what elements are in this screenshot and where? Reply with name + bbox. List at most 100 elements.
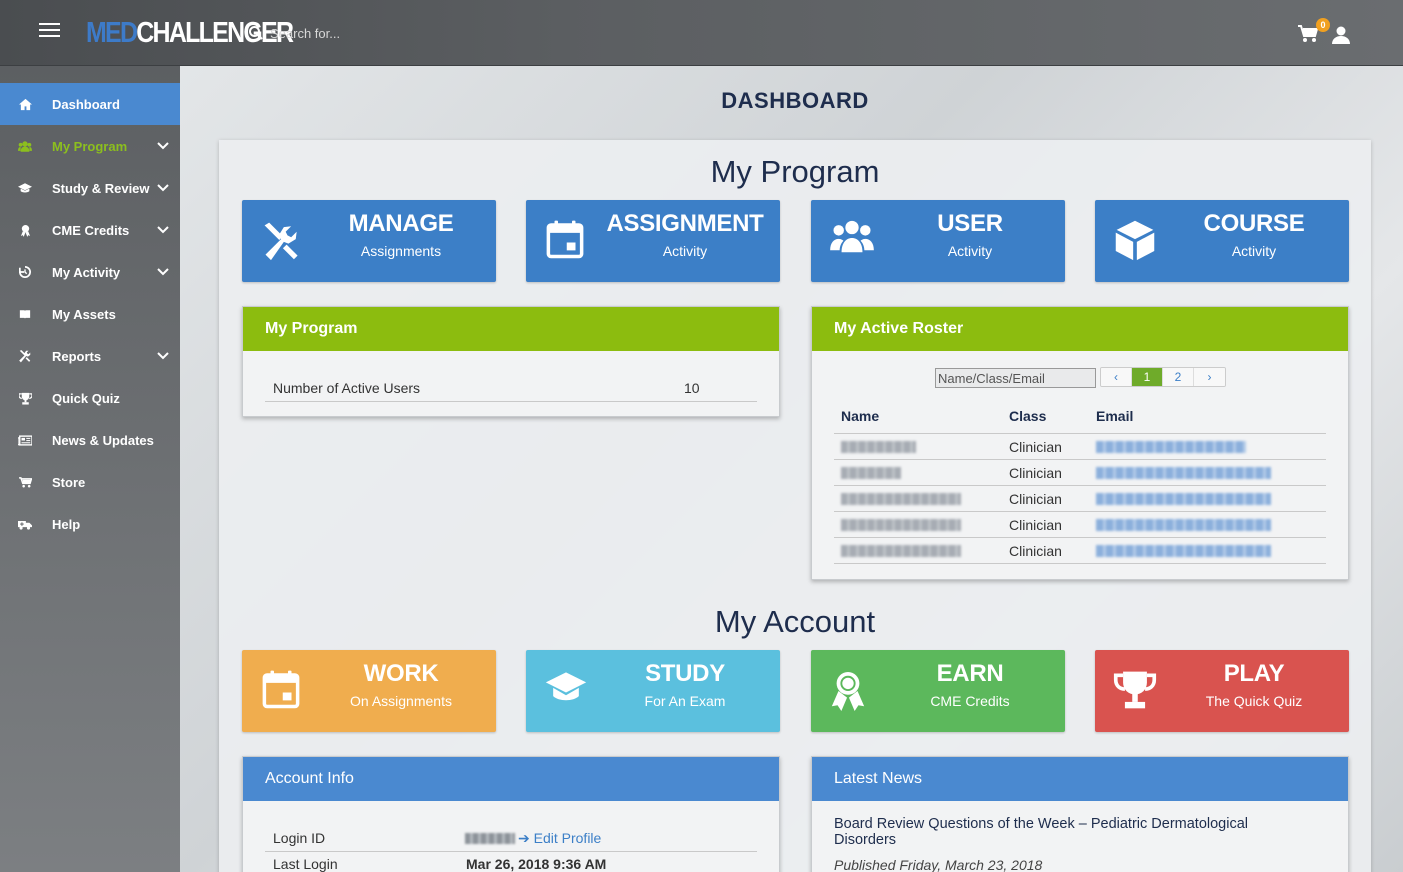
sidebar-item-label: My Program [52, 138, 128, 154]
pager-page-button[interactable]: 2 [1163, 368, 1194, 386]
cart-count-badge: 0 [1316, 18, 1330, 32]
award-icon [18, 223, 32, 237]
table-row-divider [834, 485, 1326, 486]
tile-subtitle: The Quick Quiz [1205, 693, 1303, 709]
tile-title: MANAGE [348, 210, 454, 237]
tile-subtitle: Activity [947, 243, 993, 259]
sign-in-icon: ➔ [518, 830, 530, 846]
news-published-date: Published Friday, March 23, 2018 [834, 857, 1043, 872]
tile-earn[interactable]: EARN CME Credits [811, 650, 1065, 732]
active-roster-card-title: My Active Roster [812, 307, 1348, 351]
pager-page-button[interactable]: 1 [1132, 368, 1163, 386]
tile-work[interactable]: WORK On Assignments [242, 650, 496, 732]
tile-title: PLAY [1223, 660, 1285, 687]
row-class: Clinician [1009, 543, 1062, 559]
tile-user[interactable]: USER Activity [811, 200, 1065, 282]
table-row-divider [834, 537, 1326, 538]
logo-challenger-text: CHALLENGER [136, 17, 294, 49]
account-info-card: Account Info Login ID ➔ Edit Profile Las… [242, 756, 780, 872]
award-icon [829, 668, 875, 714]
logo-med-text: MED [86, 17, 138, 49]
divider [265, 401, 757, 402]
row-email-redacted[interactable] [1096, 467, 1271, 479]
roster-search-input[interactable] [935, 368, 1096, 388]
search-input[interactable] [270, 22, 570, 44]
row-email-redacted[interactable] [1096, 441, 1246, 453]
roster-pagination: ‹ 1 2 › [1100, 367, 1226, 387]
home-icon [18, 97, 32, 111]
row-name-redacted [841, 519, 961, 531]
tools-icon [260, 218, 306, 264]
row-name-redacted [841, 441, 916, 453]
sidebar-item-my-program[interactable]: My Program [0, 125, 180, 167]
col-header-name: Name [841, 408, 880, 424]
sidebar-item-my-assets[interactable]: My Assets [0, 293, 180, 335]
sidebar-item-dashboard[interactable]: Dashboard [0, 83, 180, 125]
row-email-redacted[interactable] [1096, 519, 1271, 531]
row-class: Clinician [1009, 491, 1062, 507]
sidebar-item-label: Quick Quiz [52, 390, 120, 406]
tile-assignment[interactable]: ASSIGNMENT Activity [526, 200, 780, 282]
row-class: Clinician [1009, 517, 1062, 533]
chevron-down-icon[interactable] [157, 226, 169, 234]
history-icon [18, 265, 32, 279]
tools-icon [18, 349, 32, 363]
sidebar-item-quick-quiz[interactable]: Quick Quiz [0, 377, 180, 419]
table-row-divider [834, 459, 1326, 460]
user-icon[interactable] [1331, 25, 1351, 45]
hamburger-menu-icon[interactable] [39, 23, 60, 38]
sidebar-item-news-updates[interactable]: News & Updates [0, 419, 180, 461]
sidebar: Dashboard My Program Study & Review CME Cre… [0, 66, 180, 872]
tile-title: COURSE [1203, 210, 1305, 237]
row-email-redacted[interactable] [1096, 493, 1271, 505]
cart-icon[interactable] [1298, 25, 1318, 43]
latest-news-card: Latest News Board Review Questions of th… [811, 756, 1349, 872]
calendar-icon [544, 218, 590, 264]
chevron-down-icon[interactable] [157, 268, 169, 276]
tile-subtitle: Activity [1231, 243, 1277, 259]
users-icon [18, 139, 32, 153]
calendar-icon [260, 668, 306, 714]
chevron-down-icon[interactable] [157, 352, 169, 360]
last-login-label: Last Login [273, 856, 338, 872]
graduation-cap-icon [18, 181, 32, 195]
row-name-redacted [841, 467, 901, 479]
tile-play[interactable]: PLAY The Quick Quiz [1095, 650, 1349, 732]
row-class: Clinician [1009, 465, 1062, 481]
edit-profile-label: Edit Profile [533, 830, 602, 846]
edit-profile-link[interactable]: ➔ Edit Profile [518, 830, 601, 847]
tile-title: WORK [363, 660, 439, 687]
tile-manage[interactable]: MANAGE Assignments [242, 200, 496, 282]
my-program-card: My Program Number of Active Users 10 [242, 306, 780, 417]
tile-course[interactable]: COURSE Activity [1095, 200, 1349, 282]
search-icon[interactable] [248, 25, 264, 41]
chevron-down-icon[interactable] [157, 184, 169, 192]
tile-study[interactable]: STUDY For An Exam [526, 650, 780, 732]
sidebar-item-reports[interactable]: Reports [0, 335, 180, 377]
tile-title: USER [937, 210, 1003, 237]
trophy-icon [18, 391, 32, 405]
tile-title: EARN [936, 660, 1004, 687]
sidebar-item-label: Help [52, 516, 81, 532]
row-email-redacted[interactable] [1096, 545, 1271, 557]
sidebar-item-help[interactable]: Help [0, 503, 180, 545]
chevron-down-icon[interactable] [157, 142, 169, 150]
news-headline-link[interactable]: Board Review Questions of the Week – Ped… [834, 816, 1304, 848]
sidebar-item-label: Study & Review [52, 180, 150, 196]
pager-next-button[interactable]: › [1194, 368, 1225, 386]
graduation-cap-icon [544, 668, 590, 714]
sidebar-item-store[interactable]: Store [0, 461, 180, 503]
pager-prev-button[interactable]: ‹ [1101, 368, 1132, 386]
page-title: DASHBOARD [721, 88, 869, 113]
sidebar-item-my-activity[interactable]: My Activity [0, 251, 180, 293]
tile-subtitle: Activity [662, 243, 708, 259]
active-users-label: Number of Active Users [273, 380, 421, 396]
sidebar-item-cme-credits[interactable]: CME Credits [0, 209, 180, 251]
sidebar-item-label: My Assets [52, 306, 116, 322]
active-users-value: 10 [684, 380, 700, 396]
tile-title: ASSIGNMENT [606, 210, 764, 237]
account-section-title: My Account [714, 604, 876, 639]
login-id-label: Login ID [273, 830, 326, 846]
sidebar-item-study-review[interactable]: Study & Review [0, 167, 180, 209]
ambulance-icon [18, 517, 32, 531]
